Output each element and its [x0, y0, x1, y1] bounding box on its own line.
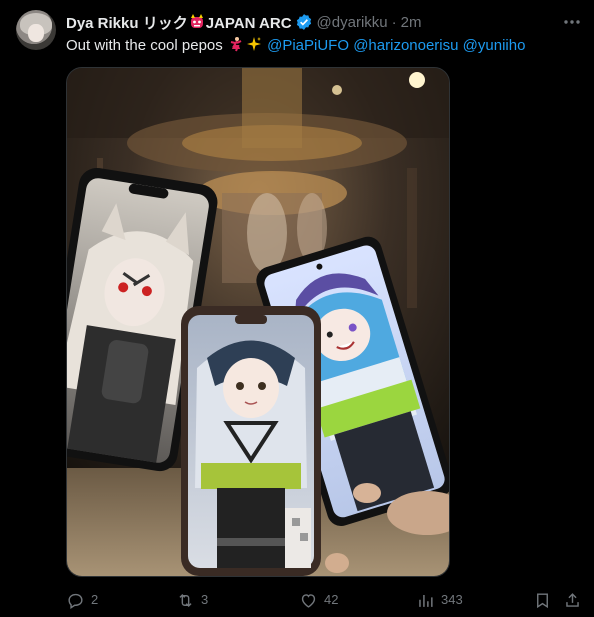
- author-name-part1[interactable]: Dya Rikku リック: [66, 15, 188, 32]
- repost-icon: [179, 593, 192, 607]
- action-bar: 2 3 42 343: [66, 590, 586, 610]
- views-button[interactable]: 343: [416, 590, 463, 610]
- like-icon: [301, 593, 316, 608]
- sparkles-emoji-icon: [246, 37, 261, 51]
- verified-icon: [296, 14, 311, 30]
- share-button[interactable]: [563, 590, 588, 610]
- author-name-part2[interactable]: JAPAN ARC: [206, 15, 292, 32]
- repost-count: 3: [201, 592, 209, 607]
- dancer-emoji-icon: [230, 37, 242, 52]
- reply-button[interactable]: 2: [66, 590, 98, 610]
- mention-harizonoerisu[interactable]: @harizonoerisu: [353, 37, 458, 54]
- reply-icon: [68, 593, 83, 609]
- post-time[interactable]: 2m: [401, 14, 422, 31]
- photo-three-phones: [67, 68, 449, 576]
- mention-piapiufo[interactable]: @PiaPiUFO: [267, 37, 349, 54]
- bookmark-icon: [537, 592, 548, 608]
- author-name[interactable]: Dya Rikku リック JAPAN ARC: [66, 12, 292, 33]
- author-handle[interactable]: @dyarikku: [317, 14, 388, 31]
- share-icon: [566, 592, 579, 607]
- mention-yuniiho[interactable]: @yuniiho: [463, 37, 526, 54]
- bookmark-button[interactable]: [533, 590, 558, 610]
- repost-button[interactable]: 3: [176, 590, 208, 610]
- reply-count: 2: [91, 592, 99, 607]
- post-image[interactable]: [66, 67, 450, 577]
- avatar[interactable]: [16, 10, 56, 50]
- separator-dot: ·: [391, 13, 397, 31]
- views-icon: [419, 594, 433, 607]
- more-icon[interactable]: [562, 12, 582, 32]
- like-button[interactable]: 42: [299, 590, 338, 610]
- post-body: Out with the cool pepos: [66, 37, 223, 54]
- like-count: 42: [324, 592, 339, 607]
- oni-mask-emoji-icon: [190, 13, 203, 28]
- tweet: Dya Rikku リック JAPAN ARC @dyarikku · 2m Ou…: [0, 0, 594, 617]
- views-count: 343: [441, 592, 463, 607]
- post-text: Out with the cool pepos @PiaPiUFO @hariz…: [66, 36, 525, 56]
- tweet-header: Dya Rikku リック JAPAN ARC @dyarikku · 2m: [66, 12, 421, 32]
